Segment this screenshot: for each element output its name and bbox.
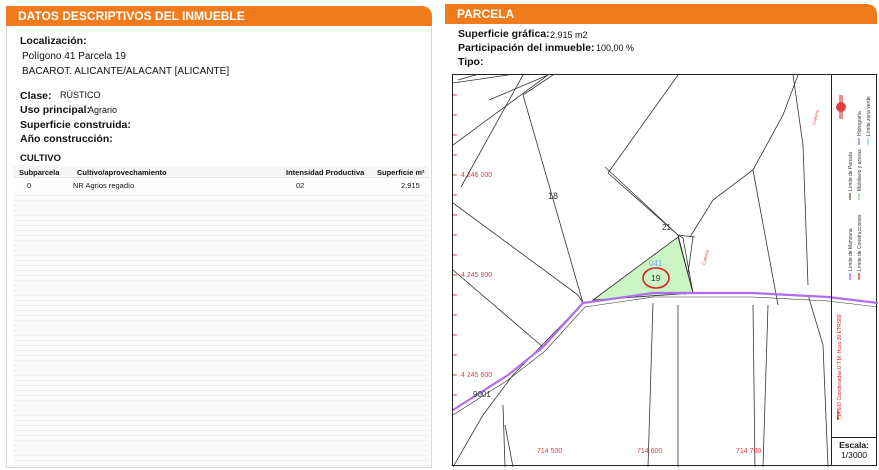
header-intensidad: Intensidad Productiva [286,168,365,177]
cultivo-title: CULTIVO [20,153,61,164]
catastro-logo-icon [836,95,846,119]
legend-canvas: 714.600 Coordenadas U.T.M. Huso 30 ETRS8… [836,95,872,420]
clase-label: Clase: [20,90,52,102]
left-panel-title: DATOS DESCRIPTIVOS DEL INMUEBLE [18,9,245,23]
street-label: Camino [701,249,710,266]
header-superficie: Superficie m² [377,168,425,177]
participacion-value: 100,00 % [596,43,635,53]
cadastral-map[interactable]: 4 246 000 4 245 800 4 245 600 714 500 71… [452,69,879,468]
parcel-label-21[interactable]: 21 [662,223,671,232]
localizacion-line2: BACAROT. ALICANTE/ALACANT [ALICANTE] [22,66,230,77]
legend-side-note: 714.600 Coordenadas U.T.M. Huso 30 ETRS8… [837,314,843,420]
parcel-19-shape[interactable] [591,236,694,301]
cell-subparcela: 0 [27,181,32,190]
map-legend: 714.600 Coordenadas U.T.M. Huso 30 ETRS8… [831,75,876,437]
scale-box: Escala: 1/3000 [831,437,876,465]
localizacion-label: Localización: [20,35,87,47]
uso-label: Uso principal: [20,104,91,116]
scale-value: 1/3000 [841,450,867,460]
legend-item-construcciones: Límite de Construcciones [857,214,863,271]
map-ticks [453,94,457,396]
header-subparcela: Subparcela [19,168,60,177]
uso-value: Agrario [88,105,118,115]
northing-label: 4 245 600 [461,372,492,379]
northing-label: 4 245 800 [461,272,492,279]
left-panel-header: DATOS DESCRIPTIVOS DEL INMUEBLE [6,6,432,26]
northing-label: 4 246 000 [461,172,492,179]
parcel-label-041: 041 [649,259,663,268]
easting-label: 714 500 [537,448,562,455]
table-header-row: Subparcela Cultivo/aprovechamiento Inten… [13,166,429,178]
parcel-label-9001[interactable]: 9001 [473,390,491,399]
right-panel-header: PARCELA [445,4,877,24]
legend-item-manzana: Límite de Manzana [848,228,854,271]
clase-value: RÚSTICO [60,90,101,100]
legend-item-zona-verde: Límite zona verde [866,96,872,136]
superficie-grafica-label: Superficie gráfica: [458,28,550,40]
superficie-construida-label: Superficie construida: [20,119,131,131]
cell-cultivo: NR Agrios regadío [73,181,135,190]
participacion-label: Participación del inmueble: [458,42,595,54]
cell-intensidad: 02 [296,181,305,190]
easting-label: 714 700 [736,448,761,455]
localizacion-line1: Polígono 41 Parcela 19 [22,51,126,62]
road-line [452,291,879,411]
tipo-label: Tipo: [458,56,484,68]
right-panel-title: PARCELA [457,7,515,21]
cell-superficie: 2.915 [401,181,420,190]
anio-construccion-label: Año construcción: [20,133,113,145]
parcel-label-18[interactable]: 18 [548,191,558,201]
parcel-label-19[interactable]: 19 [651,273,661,283]
easting-label: 714 600 [637,448,662,455]
legend-item-hidrografia: Hidrografía [857,111,863,136]
legend-item-mobiliario: Mobiliario y aceras [857,149,863,191]
cultivo-table: Subparcela Cultivo/aprovechamiento Inten… [13,166,429,466]
street-label: Camino [811,109,820,126]
superficie-grafica-value: 2.915 m2 [550,30,588,40]
legend-item-parcela: Límite de Parcela [848,152,854,191]
scale-label: Escala: [839,440,869,450]
header-cultivo: Cultivo/aprovechamiento [77,168,167,177]
map-canvas: 4 246 000 4 245 800 4 245 600 714 500 71… [452,69,879,468]
table-row: 0 NR Agrios regadío 02 2.915 [13,178,429,191]
